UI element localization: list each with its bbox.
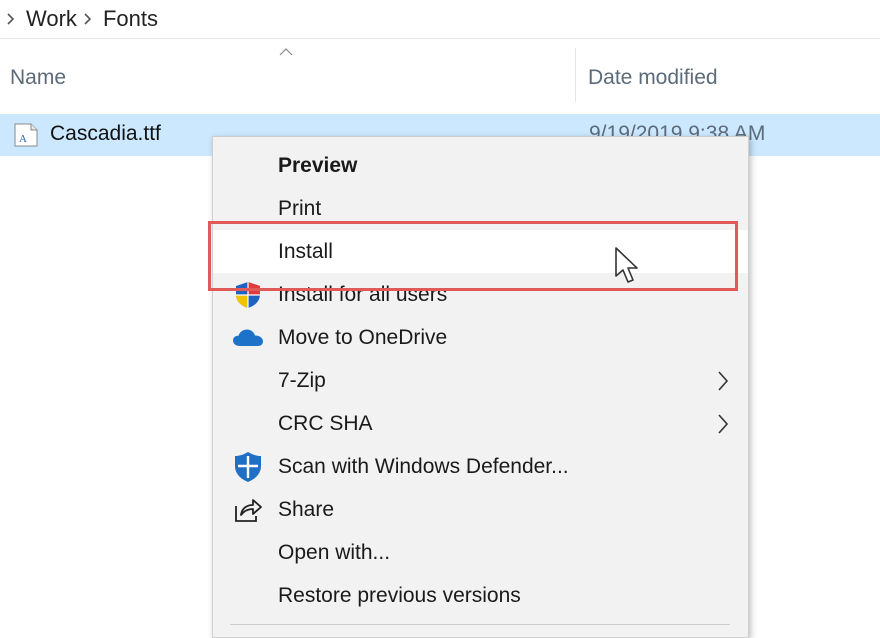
chevron-right-icon[interactable] — [83, 13, 93, 25]
breadcrumb: Work Fonts — [0, 0, 880, 38]
menu-item-share[interactable]: Share — [213, 488, 748, 531]
svg-text:A: A — [19, 133, 27, 145]
column-header-date-modified[interactable]: Date modified — [588, 55, 878, 101]
column-separator[interactable] — [575, 48, 576, 102]
share-icon — [231, 495, 265, 525]
header-divider — [0, 38, 880, 39]
breadcrumb-item-fonts[interactable]: Fonts — [103, 6, 158, 32]
menu-item-open-with[interactable]: Open with... — [213, 531, 748, 574]
menu-item-crc-sha[interactable]: CRC SHA — [213, 402, 748, 445]
menu-item-label: CRC SHA — [278, 411, 373, 435]
column-header-name-label: Name — [10, 66, 67, 89]
font-file-icon: A — [14, 123, 38, 147]
context-menu: Preview Print Install Install for all us… — [212, 136, 749, 638]
menu-item-label: Preview — [278, 153, 358, 177]
column-header-date-label: Date modified — [588, 66, 718, 89]
menu-item-scan-with-windows-defender[interactable]: Scan with Windows Defender... — [213, 445, 748, 488]
highlight-box — [208, 221, 738, 291]
menu-divider — [230, 624, 730, 625]
mouse-cursor-icon — [615, 247, 638, 283]
submenu-arrow-icon — [718, 413, 729, 434]
submenu-arrow-icon — [718, 370, 729, 391]
menu-item-label: Print — [278, 196, 322, 220]
menu-item-label: 7-Zip — [278, 368, 326, 392]
menu-item-preview[interactable]: Preview — [213, 144, 748, 187]
menu-item-move-to-onedrive[interactable]: Move to OneDrive — [213, 316, 748, 359]
defender-shield-icon — [231, 451, 265, 482]
column-header-name[interactable]: Name — [10, 55, 570, 101]
menu-item-label: Scan with Windows Defender... — [278, 454, 569, 478]
menu-item-label: Move to OneDrive — [278, 325, 448, 349]
file-name: Cascadia.ttf — [50, 122, 161, 145]
menu-item-label: Restore previous versions — [278, 583, 521, 607]
chevron-right-icon[interactable] — [6, 13, 16, 25]
menu-item-label: Share — [278, 497, 335, 521]
menu-item-label: Open with... — [278, 540, 391, 564]
menu-item-restore-previous-versions[interactable]: Restore previous versions — [213, 574, 748, 617]
onedrive-cloud-icon — [231, 323, 265, 353]
menu-item-7-zip[interactable]: 7-Zip — [213, 359, 748, 402]
breadcrumb-item-work[interactable]: Work — [26, 6, 77, 32]
